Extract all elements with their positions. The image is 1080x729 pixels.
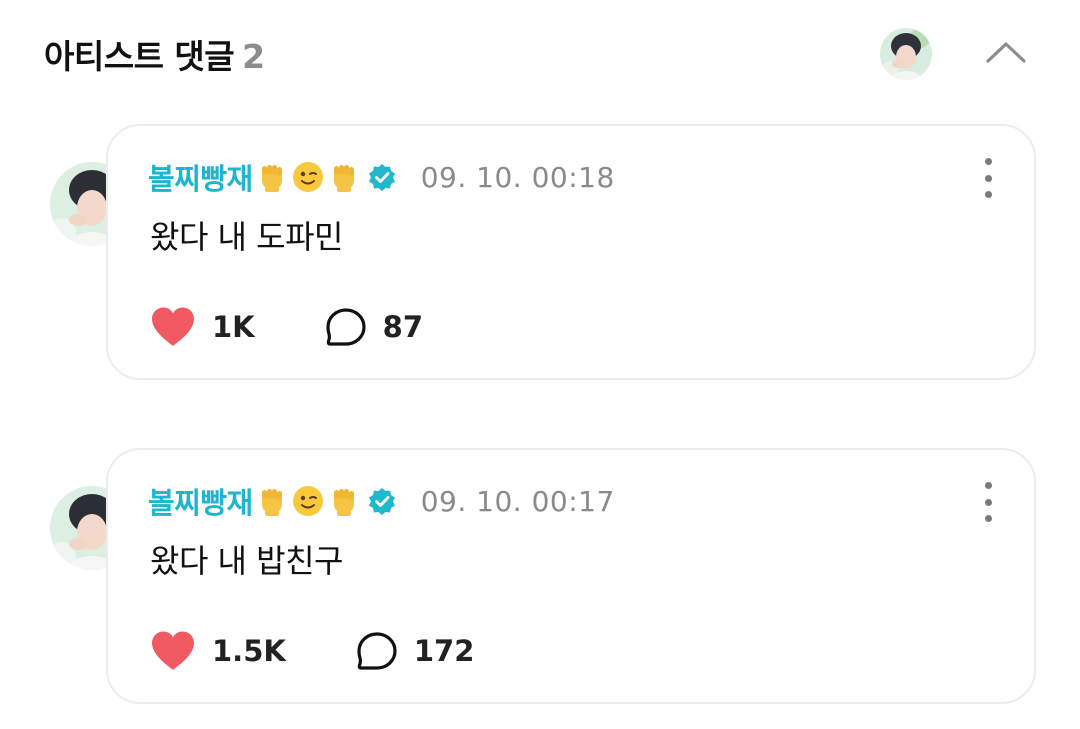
comment-author-name[interactable]: 볼찌빵재 — [148, 156, 253, 198]
comment-author-name[interactable]: 볼찌빵재 — [148, 480, 253, 522]
chevron-up-icon — [986, 42, 1026, 63]
comment-meta: 볼찌빵재 09. 10. 00:18 — [148, 156, 615, 198]
verified-badge-icon — [368, 488, 395, 515]
artist-comments-header: 아티스트 댓글 2 — [0, 0, 1080, 106]
comment-text: 왔다 내 도파민 — [150, 218, 343, 256]
comment-timestamp: 09. 10. 00:17 — [420, 484, 615, 518]
comment-card[interactable]: 볼찌빵재 09. 10. 00:17 왔다 내 밥친구 1.5K 172 — [106, 448, 1036, 704]
reply-button[interactable]: 172 — [356, 631, 475, 671]
heart-icon — [152, 307, 194, 346]
artist-avatar[interactable] — [880, 28, 932, 80]
more-options-button[interactable] — [976, 158, 1000, 198]
reply-button[interactable]: 87 — [325, 307, 423, 347]
verified-badge-icon — [368, 164, 395, 191]
comment-text: 왔다 내 밥친구 — [150, 542, 343, 580]
kebab-menu-icon — [984, 158, 992, 165]
winking-face-emoji — [292, 162, 323, 192]
reply-count: 172 — [413, 634, 475, 668]
speech-bubble-icon — [357, 632, 397, 670]
kebab-menu-icon — [984, 482, 992, 489]
heart-icon — [152, 631, 194, 670]
like-button[interactable]: 1.5K — [150, 630, 286, 672]
comment-timestamp: 09. 10. 00:18 — [420, 160, 615, 194]
comment-actions: 1K 87 — [150, 302, 423, 352]
comment-meta: 볼찌빵재 09. 10. 00:17 — [148, 480, 615, 522]
section-title: 아티스트 댓글 2 — [44, 30, 265, 78]
comment-card[interactable]: 볼찌빵재 09. 10. 00:18 왔다 내 도파민 1K 87 — [106, 124, 1036, 380]
reply-count: 87 — [382, 310, 424, 344]
speech-bubble-icon — [326, 308, 366, 346]
comment-count: 2 — [242, 37, 265, 76]
collapse-button[interactable] — [978, 30, 1034, 74]
like-count: 1K — [212, 310, 255, 344]
winking-face-emoji — [292, 486, 323, 516]
more-options-button[interactable] — [976, 482, 1000, 522]
comment-actions: 1.5K 172 — [150, 626, 474, 676]
raised-fist-emoji — [333, 165, 354, 192]
like-count: 1.5K — [212, 634, 286, 668]
raised-fist-emoji — [261, 489, 282, 516]
raised-fist-emoji — [261, 165, 282, 192]
raised-fist-emoji — [333, 489, 354, 516]
section-title-label: 아티스트 댓글 — [44, 37, 235, 76]
like-button[interactable]: 1K — [150, 306, 255, 348]
